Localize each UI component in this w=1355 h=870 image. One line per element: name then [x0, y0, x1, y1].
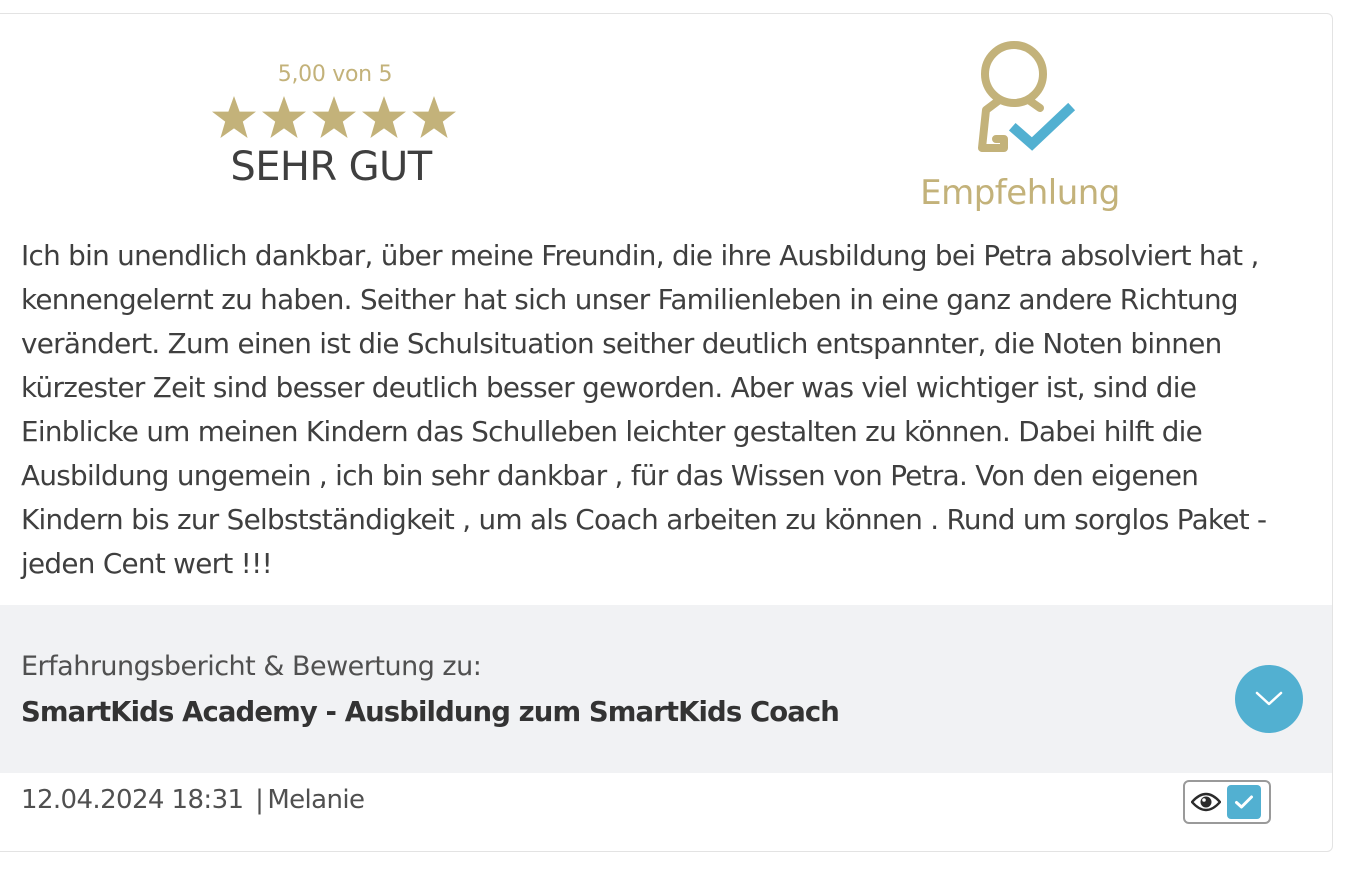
meta-separator: |: [255, 785, 264, 815]
review-text: Ich bin unendlich dankbar, über meine Fr…: [21, 239, 1267, 580]
recommendation-block: Empfehlung: [905, 38, 1135, 213]
review-date: 12.04.2024 18:31: [21, 785, 244, 815]
review-meta: 12.04.2024 18:31 | Melanie: [21, 782, 365, 818]
rating-label: SEHR GUT: [230, 144, 432, 190]
star-rating: [205, 94, 463, 144]
verified-view-badge[interactable]: [1183, 780, 1271, 824]
review-card: 5,00 von 5 SEHR GUT Empfehlung Ich bin u…: [0, 13, 1333, 852]
star-icon: [412, 96, 456, 138]
product-caption: Erfahrungsbericht & Bewertung zu:: [21, 651, 482, 682]
rating-block: 5,00 von 5 SEHR GUT: [205, 60, 463, 187]
expand-button[interactable]: [1235, 665, 1303, 733]
check-icon: [1227, 785, 1261, 819]
product-panel: Erfahrungsbericht & Bewertung zu: SmartK…: [0, 605, 1332, 773]
review-author: Melanie: [267, 785, 365, 815]
star-icon: [262, 96, 306, 138]
product-name[interactable]: SmartKids Academy - Ausbildung zum Smart…: [21, 694, 840, 730]
eye-icon: [1191, 792, 1221, 812]
rating-score: 5,00 von 5: [277, 62, 393, 87]
recommendation-label: Empfehlung: [920, 173, 1120, 213]
star-icon: [362, 96, 406, 138]
chevron-down-icon: [1255, 691, 1283, 706]
star-icon: [212, 96, 256, 138]
star-icon: [312, 96, 356, 138]
user-check-icon: [978, 41, 1076, 152]
